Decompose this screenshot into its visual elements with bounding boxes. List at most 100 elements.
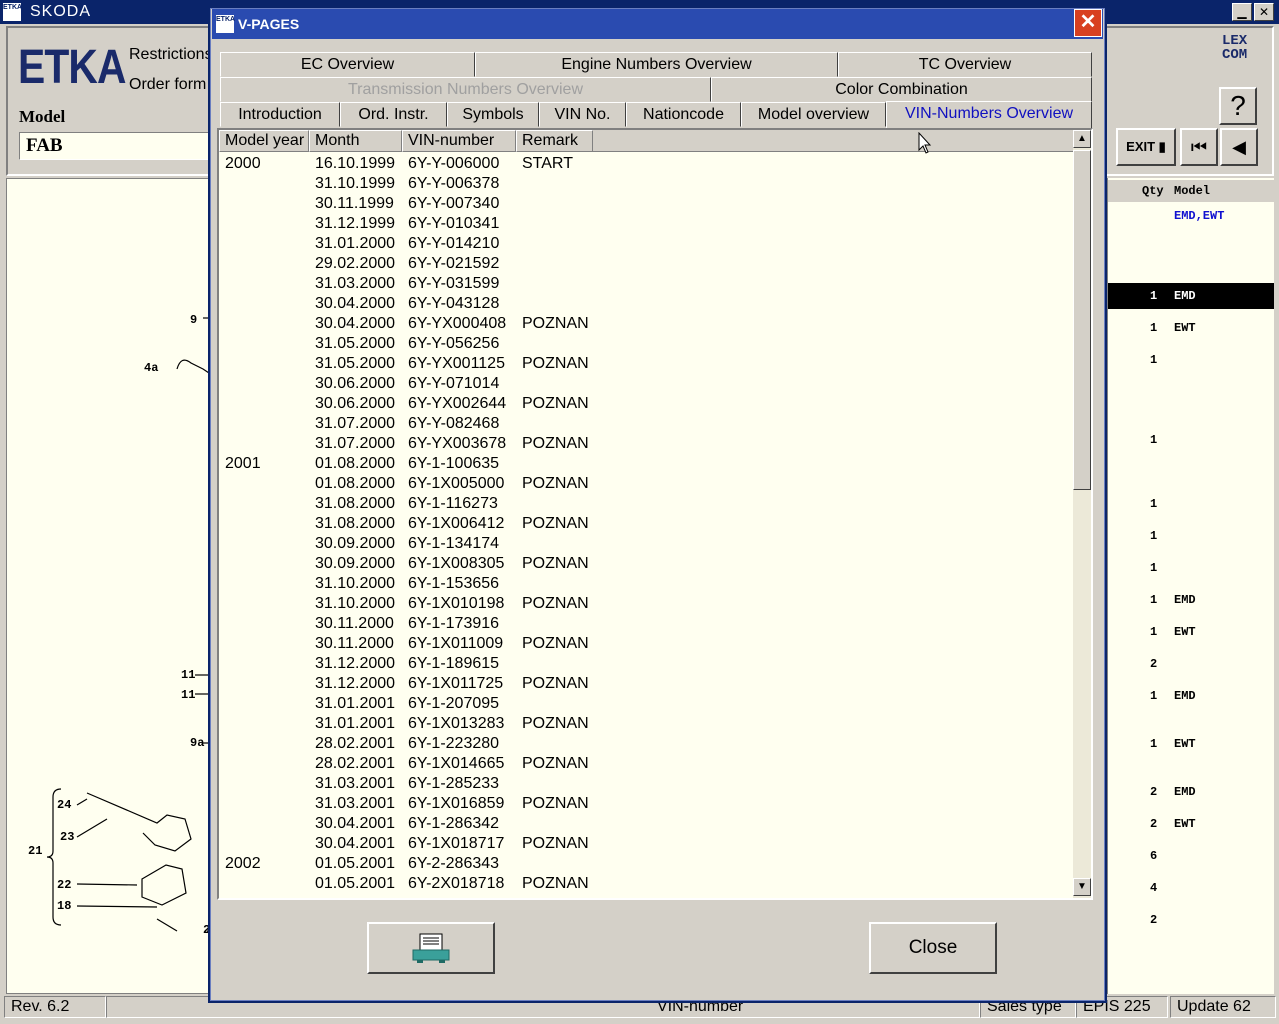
- close-button[interactable]: Close: [869, 922, 997, 974]
- previous-page-button[interactable]: ◀: [1220, 128, 1258, 166]
- exit-button[interactable]: EXIT ▮: [1116, 128, 1176, 166]
- parts-list-row[interactable]: 1: [1108, 561, 1274, 579]
- qty-header: Qty: [1142, 184, 1164, 198]
- close-app-button[interactable]: ✕: [1254, 3, 1274, 21]
- table-row[interactable]: 30.04.2000 6Y-Y-043128: [219, 294, 1079, 314]
- table-row[interactable]: 30.04.2001 6Y-1-286342: [219, 814, 1079, 834]
- model-field[interactable]: FAB: [19, 132, 219, 160]
- model-cell: EMD,EWT: [1174, 209, 1225, 223]
- tab-nationcode[interactable]: Nationcode: [626, 102, 741, 127]
- table-row[interactable]: 30.09.2000 6Y-1X008305 POZNAN: [219, 554, 1079, 574]
- table-row[interactable]: 30.11.2000 6Y-1-173916: [219, 614, 1079, 634]
- cell-vin-number: 6Y-1X006412: [408, 515, 505, 532]
- table-row[interactable]: 28.02.2001 6Y-1X014665 POZNAN: [219, 754, 1079, 774]
- parts-list-row[interactable]: 2 EMD: [1108, 785, 1274, 803]
- model-cell: EWT: [1174, 625, 1196, 639]
- parts-list-row[interactable]: 1 EMD: [1108, 593, 1274, 611]
- table-row[interactable]: 31.10.2000 6Y-1X010198 POZNAN: [219, 594, 1079, 614]
- table-row[interactable]: 2001 01.08.2000 6Y-1-100635: [219, 454, 1079, 474]
- parts-list-row[interactable]: 1 EWT: [1108, 625, 1274, 643]
- tab-symbols[interactable]: Symbols: [447, 102, 539, 127]
- scroll-up-button[interactable]: ▲: [1073, 130, 1091, 148]
- restrictions-link[interactable]: Restrictions: [129, 46, 213, 64]
- vin-numbers-list[interactable]: Model year Month VIN-number Remark 2000 1…: [217, 128, 1093, 900]
- table-row[interactable]: 30.04.2001 6Y-1X018717 POZNAN: [219, 834, 1079, 854]
- table-row[interactable]: 30.09.2000 6Y-1-134174: [219, 534, 1079, 554]
- first-page-button[interactable]: ⏮: [1180, 128, 1218, 166]
- parts-list-row[interactable]: 2: [1108, 913, 1274, 931]
- table-row[interactable]: 31.08.2000 6Y-1X006412 POZNAN: [219, 514, 1079, 534]
- scrollbar-thumb[interactable]: [1073, 150, 1091, 490]
- table-row[interactable]: 31.10.2000 6Y-1-153656: [219, 574, 1079, 594]
- table-row[interactable]: 30.11.1999 6Y-Y-007340: [219, 194, 1079, 214]
- table-row[interactable]: 31.01.2001 6Y-1X013283 POZNAN: [219, 714, 1079, 734]
- cell-month: 31.07.2000: [315, 415, 396, 432]
- print-button[interactable]: [367, 922, 495, 974]
- order-form-link[interactable]: Order form: [129, 76, 206, 94]
- column-header-month[interactable]: Month: [309, 130, 402, 152]
- scroll-down-button[interactable]: ▼: [1073, 878, 1091, 896]
- parts-list-row[interactable]: 1 EWT: [1108, 321, 1274, 339]
- qty-cell: 1: [1150, 737, 1158, 751]
- table-row[interactable]: 31.05.2000 6Y-YX001125 POZNAN: [219, 354, 1079, 374]
- tab-model-overview[interactable]: Model overview: [741, 102, 886, 127]
- table-row[interactable]: 31.03.2001 6Y-1X016859 POZNAN: [219, 794, 1079, 814]
- lexcom-logo: LEX COM: [1222, 33, 1248, 63]
- tab-color-combination[interactable]: Color Combination: [711, 77, 1092, 102]
- tab-ec-overview[interactable]: EC Overview: [220, 52, 475, 77]
- cell-month: 31.07.2000: [315, 435, 396, 452]
- cell-month: 30.11.2000: [315, 635, 394, 652]
- model-cell: EMD: [1174, 593, 1196, 607]
- table-row[interactable]: 31.10.1999 6Y-Y-006378: [219, 174, 1079, 194]
- table-row[interactable]: 30.06.2000 6Y-YX002644 POZNAN: [219, 394, 1079, 414]
- table-row[interactable]: 31.01.2000 6Y-Y-014210: [219, 234, 1079, 254]
- table-row[interactable]: 31.05.2000 6Y-Y-056256: [219, 334, 1079, 354]
- parts-list-row[interactable]: 1 EMD: [1108, 283, 1274, 309]
- minimize-button[interactable]: ▁: [1232, 3, 1252, 21]
- parts-list-row[interactable]: 1: [1108, 497, 1274, 515]
- table-row[interactable]: 28.02.2001 6Y-1-223280: [219, 734, 1079, 754]
- table-row[interactable]: 31.07.2000 6Y-Y-082468: [219, 414, 1079, 434]
- parts-list-row[interactable]: 1: [1108, 353, 1274, 371]
- column-header-model-year[interactable]: Model year: [219, 130, 309, 152]
- table-row[interactable]: 2000 16.10.1999 6Y-Y-006000 START: [219, 154, 1079, 174]
- parts-list-row[interactable]: 4: [1108, 881, 1274, 899]
- table-row[interactable]: 31.03.2000 6Y-Y-031599: [219, 274, 1079, 294]
- table-row[interactable]: 01.05.2001 6Y-2X018718 POZNAN: [219, 874, 1079, 894]
- tab-vin-numbers-overview[interactable]: VIN-Numbers Overview: [886, 101, 1092, 128]
- table-row[interactable]: 2002 01.05.2001 6Y-2-286343: [219, 854, 1079, 874]
- table-row[interactable]: 31.12.2000 6Y-1-189615: [219, 654, 1079, 674]
- model-cell: EMD: [1174, 785, 1196, 799]
- table-row[interactable]: 30.04.2000 6Y-YX000408 POZNAN: [219, 314, 1079, 334]
- tab-vin-no[interactable]: VIN No.: [539, 102, 626, 127]
- table-row[interactable]: 30.06.2000 6Y-Y-071014: [219, 374, 1079, 394]
- tab-engine-numbers-overview[interactable]: Engine Numbers Overview: [475, 52, 838, 77]
- table-row[interactable]: 31.12.2000 6Y-1X011725 POZNAN: [219, 674, 1079, 694]
- table-row[interactable]: 29.02.2000 6Y-Y-021592: [219, 254, 1079, 274]
- column-header-vin-number[interactable]: VIN-number: [402, 130, 516, 152]
- column-header-remark[interactable]: Remark: [516, 130, 593, 152]
- cell-vin-number: 6Y-1X010198: [408, 595, 505, 612]
- table-row[interactable]: 31.08.2000 6Y-1-116273: [219, 494, 1079, 514]
- qty-cell: 1: [1150, 289, 1158, 303]
- table-row[interactable]: 31.03.2001 6Y-1-285233: [219, 774, 1079, 794]
- parts-list-row[interactable]: 6: [1108, 849, 1274, 867]
- table-row[interactable]: 31.01.2001 6Y-1-207095: [219, 694, 1079, 714]
- parts-list-row[interactable]: 2: [1108, 657, 1274, 675]
- parts-list-row[interactable]: EMD,EWT: [1108, 209, 1274, 227]
- cell-month: 31.03.2001: [315, 775, 396, 792]
- parts-list-row[interactable]: 2 EWT: [1108, 817, 1274, 835]
- help-button[interactable]: ?: [1219, 87, 1257, 125]
- table-row[interactable]: 31.07.2000 6Y-YX003678 POZNAN: [219, 434, 1079, 454]
- tab-introduction[interactable]: Introduction: [220, 102, 340, 127]
- dialog-close-x-button[interactable]: ✕: [1074, 9, 1102, 37]
- tab-tc-overview[interactable]: TC Overview: [838, 52, 1092, 77]
- tab-ord-instr[interactable]: Ord. Instr.: [340, 102, 447, 127]
- parts-list-row[interactable]: 1: [1108, 433, 1274, 451]
- parts-list-row[interactable]: 1: [1108, 529, 1274, 547]
- table-row[interactable]: 31.12.1999 6Y-Y-010341: [219, 214, 1079, 234]
- parts-list-row[interactable]: 1 EWT: [1108, 737, 1274, 755]
- table-row[interactable]: 01.08.2000 6Y-1X005000 POZNAN: [219, 474, 1079, 494]
- parts-list-row[interactable]: 1 EMD: [1108, 689, 1274, 707]
- table-row[interactable]: 30.11.2000 6Y-1X011009 POZNAN: [219, 634, 1079, 654]
